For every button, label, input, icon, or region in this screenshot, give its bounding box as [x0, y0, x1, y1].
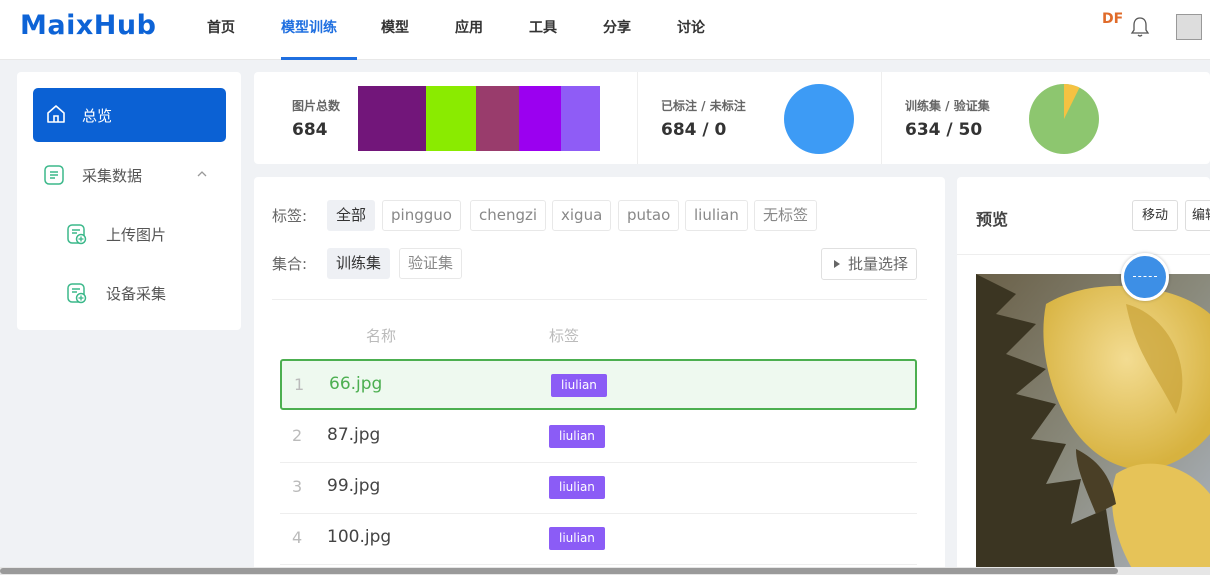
sidebar-item-label: 总览: [82, 107, 113, 125]
tag-chengzi[interactable]: chengzi: [470, 200, 547, 231]
tag-liulian[interactable]: liulian: [685, 200, 748, 231]
row-index: 3: [292, 477, 303, 496]
split-pie: [1029, 84, 1099, 154]
drag-handle[interactable]: [1121, 253, 1169, 301]
nav-model-training[interactable]: 模型训练: [281, 0, 357, 60]
split-value: 634 / 50: [905, 120, 983, 140]
table-row[interactable]: 1 66.jpg liulian: [280, 359, 917, 410]
row-filename: 99.jpg: [327, 476, 381, 496]
sidebar: 总览 采集数据 上传图片 设备采集: [17, 72, 241, 330]
nav-apps[interactable]: 应用: [455, 0, 483, 60]
row-label-badge: liulian: [549, 527, 605, 550]
label-color-bar: [358, 86, 426, 151]
sidebar-item-upload[interactable]: 上传图片: [106, 224, 166, 245]
label-color-bar: [519, 86, 561, 151]
preview-panel: 预览 移动 编辑: [957, 177, 1210, 575]
table-row[interactable]: 4 100.jpg liulian: [280, 514, 917, 565]
row-index: 4: [292, 528, 303, 547]
row-label-badge: liulian: [549, 476, 605, 499]
avatar[interactable]: [1176, 14, 1202, 40]
row-filename: 66.jpg: [329, 374, 383, 394]
stats-bar: 图片总数 684 已标注 / 未标注 684 / 0 训练集 / 验证集 634…: [254, 72, 1210, 164]
logo[interactable]: MaixHub: [20, 10, 156, 41]
horizontal-scrollbar[interactable]: [0, 567, 1210, 575]
batch-select-label: 批量选择: [847, 255, 908, 273]
row-filename: 100.jpg: [327, 527, 392, 547]
top-nav: MaixHub 首页 模型训练 模型 应用 工具 分享 讨论 DF: [0, 0, 1210, 60]
nav-discuss[interactable]: 讨论: [677, 0, 705, 60]
nav-share[interactable]: 分享: [603, 0, 631, 60]
label-color-bar: [426, 86, 476, 151]
row-index: 2: [292, 426, 303, 445]
set-filter-label: 集合:: [272, 255, 308, 273]
nav-home[interactable]: 首页: [207, 0, 235, 60]
annotated-label: 已标注 / 未标注: [661, 99, 746, 113]
scrollbar-thumb[interactable]: [0, 568, 1118, 574]
annotated-value: 684 / 0: [661, 120, 727, 140]
divider: [272, 299, 927, 300]
tag-xigua[interactable]: xigua: [552, 200, 612, 231]
df-badge: DF: [1102, 11, 1124, 27]
sidebar-item-device[interactable]: 设备采集: [106, 283, 166, 304]
tag-filter-label: 标签:: [272, 207, 308, 225]
chevron-up-icon[interactable]: [197, 170, 207, 178]
upload-file-icon: [67, 224, 87, 245]
table-row[interactable]: 3 99.jpg liulian: [280, 463, 917, 514]
label-color-bar: [561, 86, 600, 151]
nav-models[interactable]: 模型: [381, 0, 409, 60]
row-label-badge: liulian: [549, 425, 605, 448]
preview-image: [976, 274, 1210, 575]
batch-select-button[interactable]: 批量选择: [821, 248, 917, 280]
home-icon: [47, 105, 65, 123]
row-label-badge: liulian: [551, 374, 607, 397]
images-total-value: 684: [292, 120, 328, 140]
annotated-pie: [784, 84, 854, 154]
set-val[interactable]: 验证集: [399, 248, 463, 279]
sidebar-item-overview[interactable]: 总览: [33, 88, 226, 142]
annotated-pie-slice: [784, 84, 854, 154]
dataset-panel: 标签: 全部 pingguo chengzi xigua putao liuli…: [254, 177, 945, 575]
split-label: 训练集 / 验证集: [905, 99, 990, 113]
table-row[interactable]: 2 87.jpg liulian: [280, 412, 917, 463]
caret-right-icon: [834, 260, 840, 268]
row-filename: 87.jpg: [327, 425, 381, 445]
preview-title: 预览: [976, 210, 1009, 229]
divider: [957, 254, 1210, 255]
tag-all[interactable]: 全部: [327, 200, 376, 231]
sidebar-item-collect[interactable]: 采集数据: [82, 165, 142, 186]
edit-button[interactable]: 编辑: [1185, 200, 1210, 231]
col-label-header: 标签: [549, 327, 580, 345]
images-total-label: 图片总数: [292, 99, 341, 113]
tag-pingguo[interactable]: pingguo: [382, 200, 461, 231]
tag-unlabeled[interactable]: 无标签: [754, 200, 818, 231]
divider: [881, 72, 882, 164]
nav-tools[interactable]: 工具: [529, 0, 557, 60]
divider: [637, 72, 638, 164]
row-index: 1: [294, 375, 305, 394]
set-train[interactable]: 训练集: [327, 248, 391, 279]
document-icon: [44, 165, 64, 185]
bell-icon[interactable]: [1130, 16, 1150, 38]
device-capture-icon: [67, 283, 87, 304]
col-name-header: 名称: [366, 327, 397, 345]
label-color-bar: [476, 86, 519, 151]
move-button[interactable]: 移动: [1132, 200, 1178, 231]
tag-putao[interactable]: putao: [618, 200, 680, 231]
